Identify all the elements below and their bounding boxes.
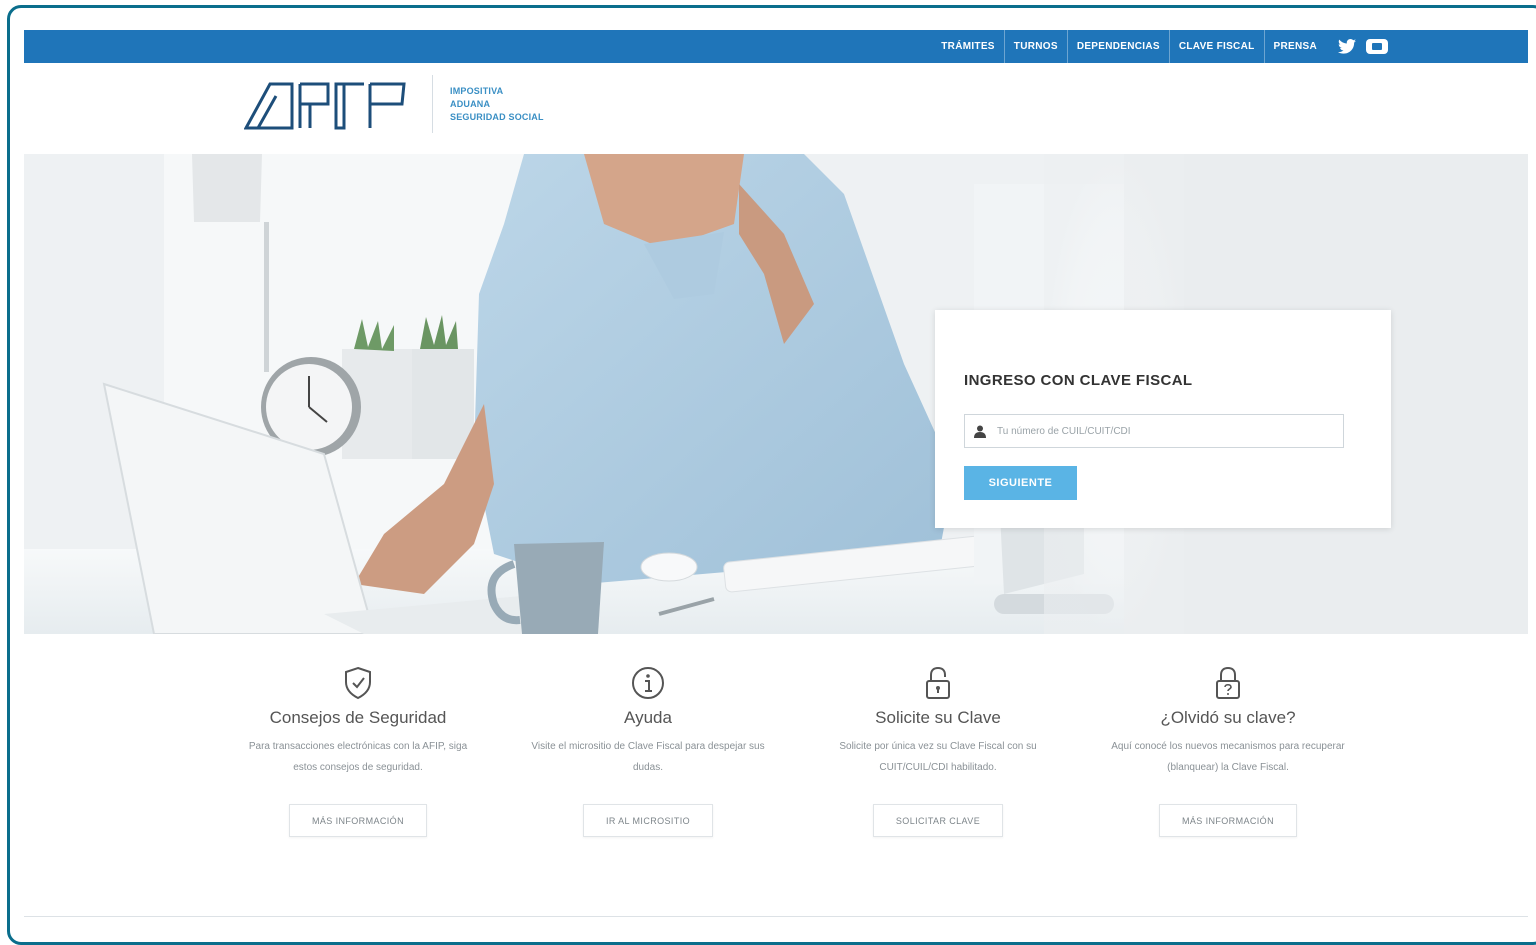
tagline-line: SEGURIDAD SOCIAL bbox=[450, 112, 544, 122]
feature-text: Para transacciones electrónicas con la A… bbox=[248, 741, 468, 773]
nav-prensa[interactable]: PRENSA bbox=[1265, 30, 1326, 63]
feature-text: Solicite por única vez su Clave Fiscal c… bbox=[839, 741, 1037, 773]
footer-divider bbox=[24, 916, 1528, 917]
feature-help: Ayuda Visite el micrositio de Clave Fisc… bbox=[503, 666, 793, 837]
tagline-line: ADUANA bbox=[450, 99, 491, 109]
shield-check-icon bbox=[345, 666, 371, 700]
feature-forgot-key: ¿Olvidó su clave? Aquí conocé los nuevos… bbox=[1083, 666, 1373, 837]
user-icon bbox=[965, 414, 995, 448]
feature-title: Consejos de Seguridad bbox=[269, 708, 447, 727]
security-more-info-button[interactable]: MÁS INFORMACIÓN bbox=[288, 804, 427, 837]
afip-logo-mark bbox=[243, 82, 406, 130]
request-key-button[interactable]: SOLICITAR CLAVE bbox=[872, 804, 1004, 837]
forgot-more-info-button[interactable]: MÁS INFORMACIÓN bbox=[1158, 804, 1297, 837]
site-header: IMPOSITIVA ADUANA SEGURIDAD SOCIAL bbox=[24, 63, 1528, 154]
nav-tramites[interactable]: TRÁMITES bbox=[932, 30, 1005, 63]
feature-request-key: Solicite su Clave Solicite por única vez… bbox=[793, 666, 1083, 837]
cuit-field[interactable] bbox=[964, 414, 1344, 448]
info-icon bbox=[632, 667, 664, 699]
youtube-icon[interactable] bbox=[1366, 39, 1388, 54]
feature-text: Aquí conocé los nuevos mecanismos para r… bbox=[1111, 741, 1345, 773]
nav-clave-fiscal[interactable]: CLAVE FISCAL bbox=[1170, 30, 1265, 63]
tagline-line: IMPOSITIVA bbox=[450, 86, 504, 96]
page: TRÁMITES TURNOS DEPENDENCIAS CLAVE FISCA… bbox=[24, 30, 1528, 933]
next-button[interactable]: SIGUIENTE bbox=[964, 466, 1077, 500]
login-card: INGRESO CON CLAVE FISCAL SIGUIENTE bbox=[935, 310, 1391, 528]
feature-text: Visite el micrositio de Clave Fiscal par… bbox=[531, 741, 765, 773]
feature-title: ¿Olvidó su clave? bbox=[1160, 708, 1296, 727]
top-nav-bar: TRÁMITES TURNOS DEPENDENCIAS CLAVE FISCA… bbox=[24, 30, 1528, 63]
go-to-microsite-button[interactable]: IR AL MICROSITIO bbox=[582, 804, 714, 837]
logo-divider bbox=[432, 75, 433, 133]
feature-title: Ayuda bbox=[624, 708, 672, 727]
features-section: Consejos de Seguridad Para transacciones… bbox=[213, 666, 1373, 837]
feature-title: Solicite su Clave bbox=[875, 708, 1001, 727]
top-nav: TRÁMITES TURNOS DEPENDENCIAS CLAVE FISCA… bbox=[932, 30, 1388, 63]
logo-tagline: IMPOSITIVA ADUANA SEGURIDAD SOCIAL bbox=[450, 85, 544, 124]
nav-turnos[interactable]: TURNOS bbox=[1005, 30, 1068, 63]
twitter-icon[interactable] bbox=[1338, 39, 1356, 54]
login-title: INGRESO CON CLAVE FISCAL bbox=[964, 372, 1193, 389]
cuit-input[interactable] bbox=[995, 424, 1329, 438]
lock-icon bbox=[926, 666, 950, 699]
afip-logo[interactable] bbox=[243, 80, 414, 137]
lock-question-icon bbox=[1216, 666, 1240, 699]
social-links bbox=[1326, 39, 1388, 54]
nav-dependencias[interactable]: DEPENDENCIAS bbox=[1068, 30, 1170, 63]
hero-banner: INGRESO CON CLAVE FISCAL SIGUIENTE bbox=[24, 154, 1528, 634]
feature-security-tips: Consejos de Seguridad Para transacciones… bbox=[213, 666, 503, 837]
